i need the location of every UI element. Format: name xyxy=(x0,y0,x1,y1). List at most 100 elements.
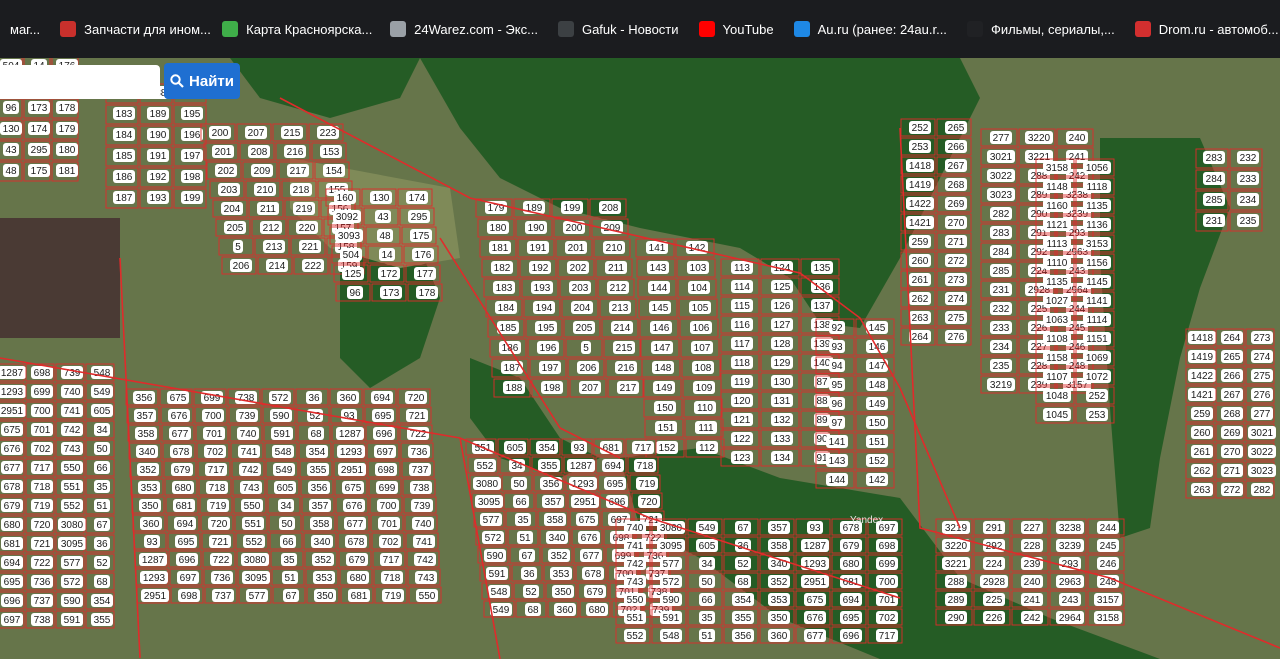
parcel-number: 262 xyxy=(912,294,929,305)
parcel-number: 187 xyxy=(504,363,521,374)
parcel-number: 678 xyxy=(585,569,602,580)
parcel-number: 112 xyxy=(699,443,715,454)
parcel-number: 680 xyxy=(175,483,192,494)
parcel-number: 200 xyxy=(212,128,229,139)
parcel-number: 1287 xyxy=(142,555,165,566)
parcel-number: 702 xyxy=(879,613,896,624)
bookmark-item[interactable]: YouTube xyxy=(689,12,784,46)
map-canvas[interactable]: 504 125 96 130 43 48 14 172 173 174 295 175 176 177 17… xyxy=(0,58,1280,659)
parcel-number: 3093 xyxy=(338,231,361,242)
parcel-number: 675 xyxy=(579,515,596,526)
parcel-number: 1293 xyxy=(340,447,363,458)
cadastral-map[interactable]: 504 125 96 130 43 48 14 172 173 174 295 175 176 177 17… xyxy=(0,58,1280,659)
parcel-number: 93 xyxy=(146,537,158,548)
parcel-number: 265 xyxy=(1224,352,1241,363)
parcel-number: 105 xyxy=(692,303,709,314)
parcel-number: 205 xyxy=(227,223,244,234)
parcel-number: 1107 xyxy=(1046,372,1068,383)
parcel-number: 700 xyxy=(879,577,896,588)
parcel-number: 274 xyxy=(1254,352,1271,363)
parcel-number: 680 xyxy=(589,605,606,616)
parcel-number: 270 xyxy=(948,218,965,229)
parcel-number: 207 xyxy=(582,383,599,394)
parcel-number: 198 xyxy=(184,172,201,183)
parcel-number: 117 xyxy=(734,339,750,350)
bookmarks-bar: маг... Запчасти для ином... Карта Краснояр… xyxy=(0,0,1280,58)
parcel-number: 209 xyxy=(254,166,271,177)
parcel-number: 352 xyxy=(551,551,568,562)
parcel-number: 3023 xyxy=(1251,466,1274,477)
parcel-number: 590 xyxy=(64,596,81,607)
parcel-number: 233 xyxy=(993,323,1010,334)
youtube-icon xyxy=(698,21,715,37)
parcel-number: 243 xyxy=(1069,266,1086,277)
parcel-number: 283 xyxy=(1206,153,1223,164)
parcel-number: 96 xyxy=(5,103,17,114)
parcel-number: 3022 xyxy=(990,171,1013,182)
parcel-number: 3220 xyxy=(945,541,968,552)
parcel-number: 269 xyxy=(1224,428,1241,439)
parcel-number: 241 xyxy=(1069,152,1086,163)
parcel-number: 720 xyxy=(408,393,425,404)
search-input[interactable] xyxy=(0,65,160,99)
bookmark-item[interactable]: Gafuk - Новости xyxy=(548,12,689,46)
parcel-number: 675 xyxy=(807,595,824,606)
parcel-number: 108 xyxy=(695,363,712,374)
parcel-number: 677 xyxy=(4,463,21,474)
parcel-number: 67 xyxy=(96,520,108,531)
parcel-number: 252 xyxy=(912,123,929,134)
parcel-number: 141 xyxy=(829,437,846,448)
parcel-number: 355 xyxy=(735,613,752,624)
parcel-number: 355 xyxy=(541,461,558,472)
parcel-number: 552 xyxy=(627,631,644,642)
parcel-number: 271 xyxy=(948,237,965,248)
parcel-number: 129 xyxy=(774,358,791,369)
parcel-number: 35 xyxy=(701,613,713,624)
parcel-number: 591 xyxy=(663,613,680,624)
parcel-number: 360 xyxy=(557,605,574,616)
parcel-number: 721 xyxy=(34,539,51,550)
parcel-number: 696 xyxy=(4,596,21,607)
parcel-number: 3080 xyxy=(244,555,267,566)
parcel-number: 1419 xyxy=(1191,352,1214,363)
parcel-number: 718 xyxy=(209,483,226,494)
bookmark-item[interactable]: Карта Красноярска... xyxy=(212,12,380,46)
parcel-number: 742 xyxy=(64,425,81,436)
parcel-number: 248 xyxy=(1100,577,1117,588)
parcel-number: 740 xyxy=(240,429,257,440)
bookmark-item[interactable]: Drom.ru - автомоб... xyxy=(1125,12,1280,46)
parcel-number: 605 xyxy=(94,406,111,417)
parcel-number: 175 xyxy=(413,231,430,242)
parcel-number: 696 xyxy=(843,631,860,642)
parcel-number: 352 xyxy=(315,555,332,566)
search-button[interactable]: Найти xyxy=(164,63,240,99)
parcel-number: 548 xyxy=(275,447,292,458)
parcel-number: 1056 xyxy=(1086,163,1109,174)
parcel-number: 676 xyxy=(581,533,598,544)
bookmark-item[interactable]: маг... xyxy=(0,12,50,46)
parcel-number: 742 xyxy=(242,465,259,476)
parcel-number: 741 xyxy=(64,406,81,417)
parcel-number: 208 xyxy=(251,147,268,158)
parcel-number: 701 xyxy=(206,429,223,440)
bookmark-item[interactable]: Фильмы, сериалы,... xyxy=(957,12,1125,46)
parcel-number: 1151 xyxy=(1086,334,1108,345)
parcel-number: 741 xyxy=(241,447,258,458)
bookmark-label: Au.ru (ранее: 24au.r... xyxy=(817,21,947,37)
parcel-number: 274 xyxy=(948,294,965,305)
parcel-number: 717 xyxy=(383,555,400,566)
parcel-number: 738 xyxy=(413,483,430,494)
bookmark-item[interactable]: Au.ru (ранее: 24au.r... xyxy=(784,12,957,46)
parcel-number: 197 xyxy=(184,151,201,162)
parcel-number: 142 xyxy=(869,475,886,486)
parcel-number: 110 xyxy=(697,403,713,414)
parcel-number: 130 xyxy=(3,124,20,135)
parcel-number: 678 xyxy=(4,482,21,493)
bookmark-item[interactable]: 24Warez.com - Экс... xyxy=(380,12,548,46)
bookmark-item[interactable]: Запчасти для ином... xyxy=(50,12,212,46)
parcel-number: 354 xyxy=(539,443,556,454)
parcel-number: 737 xyxy=(215,591,232,602)
parcel-number: 52 xyxy=(525,587,537,598)
parcel-number: 264 xyxy=(1224,333,1241,344)
parcel-number: 1156 xyxy=(1086,258,1108,269)
